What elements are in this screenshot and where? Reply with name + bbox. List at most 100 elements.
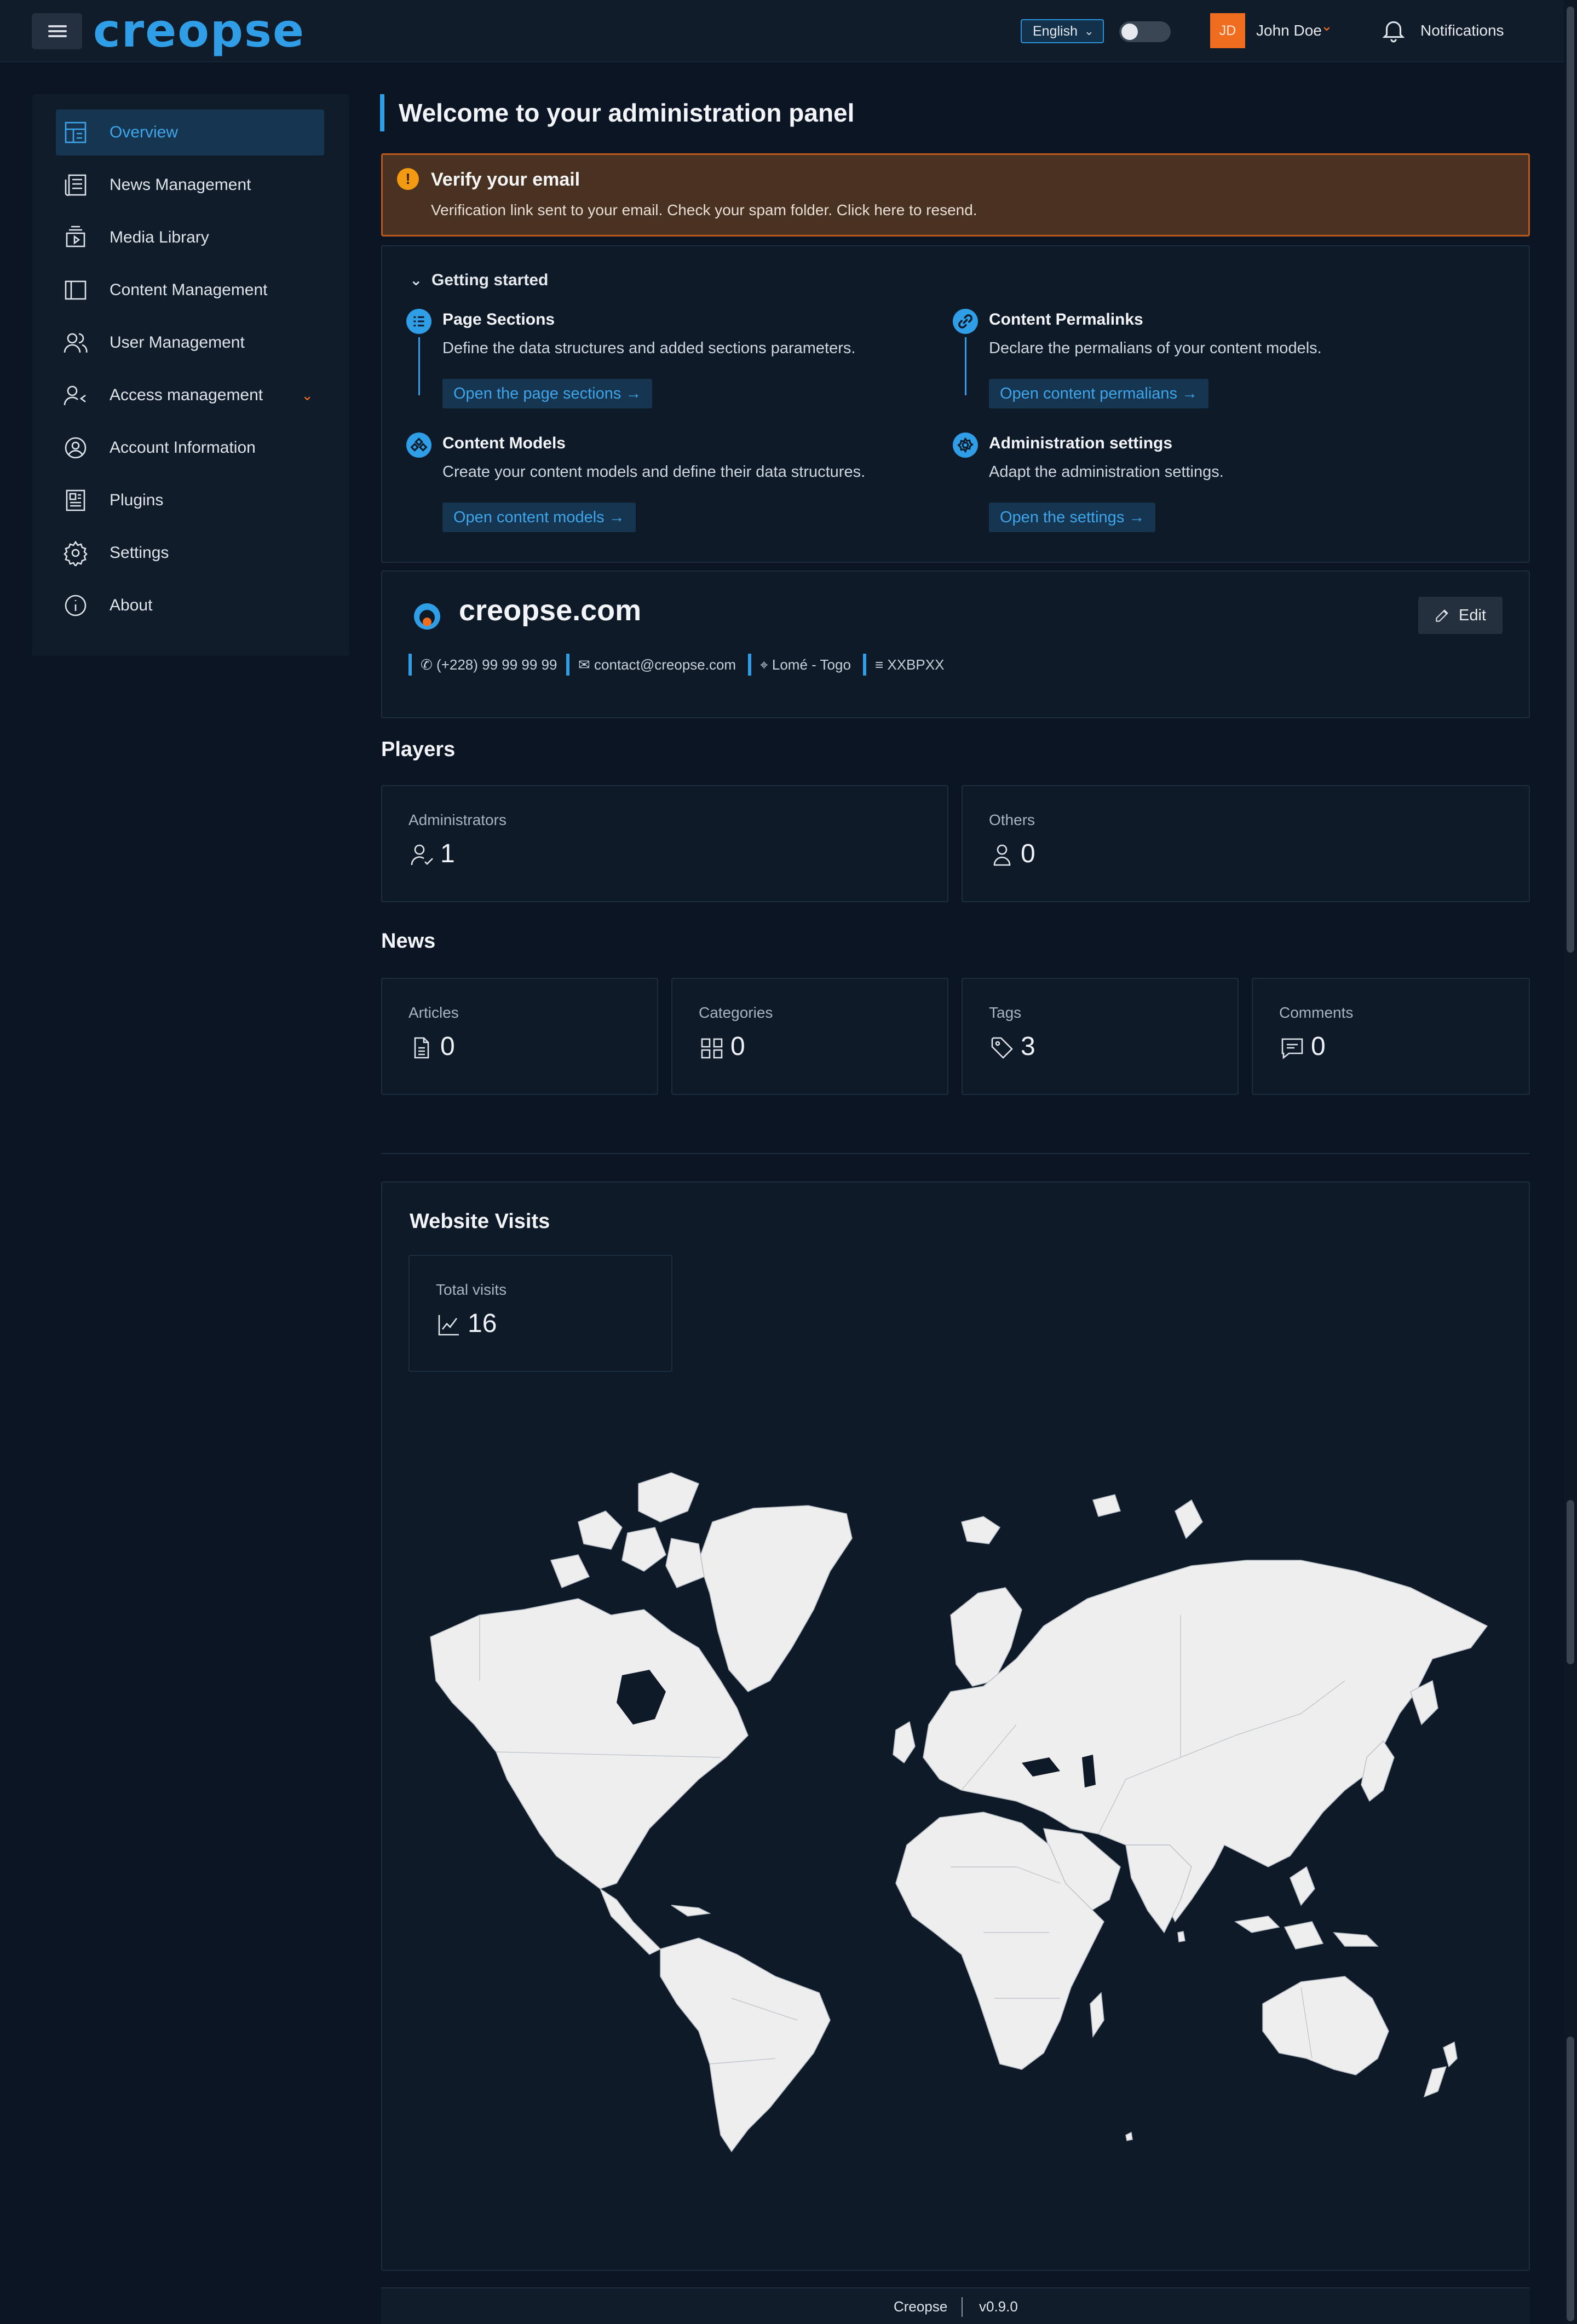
sidebar-item-media-library[interactable]: Media Library (56, 215, 324, 261)
phone-icon: ✆ (421, 656, 433, 673)
link-icon (953, 309, 978, 334)
notifications-button[interactable]: Notifications (1420, 20, 1504, 42)
sidebar-item-label: Account Information (110, 439, 256, 457)
resend-verification-link[interactable]: Verification link sent to your email. Ch… (431, 199, 977, 222)
newspaper-icon (62, 172, 89, 198)
stat-label: Comments (1279, 1004, 1354, 1021)
scrollbar-marker (1567, 2037, 1574, 2321)
stat-value: 0 (1311, 1032, 1326, 1061)
edit-site-button[interactable]: Edit (1418, 597, 1503, 634)
open-content-permalinks-button[interactable]: Open content permalians → (989, 379, 1209, 408)
hamburger-icon-line (48, 35, 67, 37)
sidebar-item-about[interactable]: About (56, 583, 324, 628)
page-title: Welcome to your administration panel (399, 99, 855, 127)
dashboard-icon (62, 119, 89, 146)
verify-email-alert[interactable]: ! Verify your email Verification link se… (381, 153, 1530, 237)
sidebar-item-label: Settings (110, 544, 169, 562)
open-page-sections-button[interactable]: Open the page sections → (442, 379, 653, 408)
tag-icon (989, 1035, 1015, 1061)
user-check-icon (408, 842, 435, 868)
title-accent (380, 94, 384, 131)
user-name[interactable]: John Doe (1256, 20, 1322, 42)
gear-icon (62, 540, 89, 566)
sidebar-item-label: Media Library (110, 228, 209, 246)
world-map[interactable] (414, 1451, 1498, 2168)
edit-label: Edit (1459, 607, 1486, 624)
bell-icon[interactable] (1380, 16, 1407, 44)
sidebar-item-plugins[interactable]: Plugins (56, 477, 324, 523)
footer-brand: Creopse (894, 2298, 948, 2315)
site-logo (412, 599, 442, 630)
stat-label: Administrators (408, 811, 507, 828)
getting-started-panel: ⌄ Getting started Page Sections Define t… (381, 245, 1530, 563)
sidebar-item-settings[interactable]: Settings (56, 530, 324, 576)
layout-icon (62, 277, 89, 303)
stat-label: Total visits (436, 1281, 507, 1298)
arrow-right-icon: → (1129, 509, 1145, 526)
site-info-card: creopse.com Edit ✆ (+228) 99 99 99 99 ✉ … (381, 570, 1530, 718)
footer-divider (962, 2297, 963, 2317)
open-content-models-button[interactable]: Open content models → (442, 503, 636, 532)
step-connector (418, 337, 420, 395)
open-settings-button[interactable]: Open the settings → (989, 503, 1156, 532)
site-code: ≡ XXBPXX (863, 654, 944, 676)
user-icon (989, 842, 1015, 868)
user-access-icon (62, 382, 89, 408)
button-label: Open content permalians (1000, 385, 1178, 402)
theme-toggle[interactable] (1119, 21, 1171, 42)
stat-value: 16 (468, 1309, 497, 1338)
chevron-down-icon[interactable]: ⌄ (1321, 18, 1333, 34)
footer-version: v0.9.0 (979, 2298, 1018, 2315)
button-label: Open content models (453, 509, 605, 526)
getting-started-toggle[interactable]: ⌄ Getting started (410, 269, 548, 291)
brand-logo[interactable]: creopse (93, 3, 305, 58)
chevron-down-icon: ⌄ (1084, 24, 1094, 38)
alert-title: Verify your email (431, 169, 580, 190)
sidebar-item-account-information[interactable]: Account Information (56, 425, 324, 471)
sidebar-item-access-management[interactable]: Access management ⌄ (56, 372, 324, 418)
sidebar-item-label: News Management (110, 176, 251, 194)
stat-label: Categories (699, 1004, 773, 1021)
pencil-icon (1436, 609, 1448, 622)
sidebar-item-label: Content Management (110, 281, 268, 299)
step-title: Administration settings (989, 434, 1173, 452)
language-select[interactable]: English ⌄ (1021, 19, 1104, 43)
sidebar-item-user-management[interactable]: User Management (56, 320, 324, 366)
sidebar-item-label: Plugins (110, 491, 164, 509)
footer: Creopse v0.9.0 (381, 2287, 1530, 2324)
stat-card-comments: Comments 0 (1252, 978, 1530, 1095)
hamburger-menu-button[interactable] (32, 13, 82, 49)
categories-icon (699, 1035, 725, 1061)
account-circle-icon (62, 435, 89, 461)
stat-value: 0 (730, 1032, 745, 1061)
arrow-right-icon: → (625, 385, 642, 402)
sidebar-item-content-management[interactable]: Content Management (56, 267, 324, 313)
avatar[interactable]: JD (1210, 13, 1245, 48)
stat-card-others: Others 0 (962, 785, 1530, 902)
plugins-icon (62, 487, 89, 514)
stat-card-categories: Categories 0 (671, 978, 948, 1095)
sidebar-item-overview[interactable]: Overview (56, 109, 324, 155)
top-bar: creopse English ⌄ JD John Doe ⌄ Notifica… (0, 0, 1577, 62)
stat-card-tags: Tags 3 (962, 978, 1239, 1095)
content-models-icon (406, 432, 431, 458)
stat-value: 0 (1021, 839, 1035, 868)
players-title: Players (381, 738, 456, 761)
info-icon (62, 592, 89, 619)
scrollbar-thumb[interactable] (1567, 7, 1574, 953)
sidebar-item-label: Overview (110, 123, 179, 141)
stat-card-total-visits: Total visits 16 (408, 1255, 672, 1372)
line-chart-icon (436, 1312, 462, 1338)
stat-value: 0 (440, 1032, 455, 1061)
step-description: Define the data structures and added sec… (442, 339, 856, 357)
getting-started-title: Getting started (431, 271, 549, 289)
chevron-down-icon[interactable]: ⌄ (301, 372, 313, 418)
sidebar-item-label: About (110, 596, 153, 614)
mail-icon: ✉ (578, 656, 590, 673)
site-email: ✉ contact@creopse.com (566, 654, 736, 676)
location-value: Lomé - Togo (772, 656, 851, 673)
sidebar-item-news-management[interactable]: News Management (56, 162, 324, 208)
settings-icon (953, 432, 978, 458)
hamburger-icon-line (48, 30, 67, 32)
arrow-right-icon: → (1182, 385, 1198, 402)
